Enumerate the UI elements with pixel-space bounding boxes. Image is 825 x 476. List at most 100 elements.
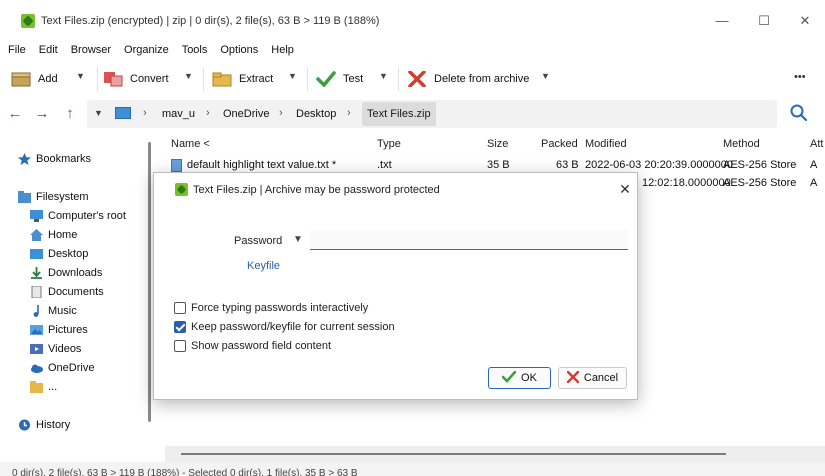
sidebar-item-more[interactable]: ... [30, 379, 57, 395]
row-packed: 63 B [556, 159, 579, 171]
sidebar: Bookmarks Filesystem Computer's root Hom… [0, 132, 150, 450]
checkbox-label: Keep password/keyfile for current sessio… [191, 321, 395, 333]
force-typing-checkbox[interactable] [174, 302, 186, 314]
cancel-x-icon [566, 370, 580, 386]
row-modified: 2022-06-03 20:20:39.0000000 [585, 159, 734, 171]
keyfile-link[interactable]: Keyfile [247, 260, 280, 272]
sidebar-item-bookmarks[interactable]: Bookmarks [18, 151, 91, 167]
crumb-onedrive[interactable]: OneDrive [223, 108, 269, 120]
more-options-icon[interactable]: ••• [794, 71, 806, 83]
computer-monitor-icon[interactable] [115, 107, 131, 119]
folder-icon [18, 191, 31, 203]
toolbar: Add ▼ Convert ▼ Extract ▼ Test ▼ Delete … [0, 62, 825, 94]
password-dialog: Text Files.zip | Archive may be password… [153, 172, 638, 400]
forward-arrow-icon[interactable]: → [32, 104, 52, 124]
sidebar-item-label: Home [48, 229, 78, 241]
star-icon [18, 153, 31, 165]
column-modified[interactable]: Modified [585, 138, 627, 150]
convert-button[interactable]: Convert [103, 68, 169, 90]
delete-chevron-down-icon[interactable]: ▼ [541, 71, 550, 81]
ok-button[interactable]: OK [488, 367, 551, 389]
sidebar-item-label: Computer's root [48, 210, 126, 222]
delete-x-icon [407, 70, 427, 88]
row-name: default highlight text value.txt * [187, 159, 337, 171]
extract-chevron-down-icon[interactable]: ▼ [288, 71, 297, 81]
search-icon[interactable] [789, 103, 809, 123]
chevron-right-icon: › [347, 107, 351, 119]
column-attributes[interactable]: Att [810, 138, 823, 150]
sidebar-item-downloads[interactable]: Downloads [30, 265, 102, 281]
column-packed[interactable]: Packed [541, 138, 578, 150]
maximize-button[interactable]: ☐ [753, 10, 775, 32]
close-icon[interactable]: ✕ [616, 180, 634, 198]
crumb-mav-u[interactable]: mav_u [162, 108, 195, 120]
menu-options[interactable]: Options [220, 42, 258, 60]
convert-chevron-down-icon[interactable]: ▼ [184, 71, 193, 81]
scrollbar-thumb[interactable] [181, 453, 726, 455]
password-history-chevron-down-icon[interactable]: ▼ [293, 234, 303, 245]
sidebar-item-documents[interactable]: Documents [30, 284, 104, 300]
check-icon [501, 370, 517, 386]
delete-label: Delete from archive [434, 73, 530, 85]
test-button[interactable]: Test [316, 68, 363, 90]
sidebar-filesystem-label: Filesystem [36, 191, 89, 203]
delete-from-archive-button[interactable]: Delete from archive [407, 68, 529, 90]
menu-file[interactable]: File [8, 42, 26, 60]
up-arrow-icon[interactable]: ↑ [60, 104, 80, 124]
add-chevron-down-icon[interactable]: ▼ [76, 71, 85, 81]
horizontal-scrollbar[interactable] [165, 446, 825, 462]
back-arrow-icon[interactable]: ← [5, 104, 25, 124]
column-size[interactable]: Size [487, 138, 508, 150]
menu-edit[interactable]: Edit [39, 42, 58, 60]
menu-browser[interactable]: Browser [71, 42, 111, 60]
column-name[interactable]: Name < [171, 138, 210, 150]
close-window-button[interactable]: ✕ [794, 10, 816, 32]
sidebar-bookmarks-label: Bookmarks [36, 153, 92, 165]
sidebar-item-label: Desktop [48, 248, 89, 260]
minimize-button[interactable]: — [711, 10, 733, 32]
chevron-right-icon: › [279, 107, 283, 119]
add-button[interactable]: Add [11, 68, 58, 90]
menu-help[interactable]: Help [271, 42, 294, 60]
keep-password-checkbox-row[interactable]: Keep password/keyfile for current sessio… [174, 320, 395, 334]
chevron-right-icon: › [206, 107, 210, 119]
sidebar-scrollbar[interactable] [148, 142, 151, 422]
cancel-button[interactable]: Cancel [558, 367, 627, 389]
crumb-desktop[interactable]: Desktop [296, 108, 336, 120]
title-bar: Text Files.zip (encrypted) | zip | 0 dir… [0, 0, 825, 42]
check-icon [316, 71, 336, 88]
keep-password-checkbox[interactable] [174, 321, 186, 333]
music-note-icon [30, 305, 43, 317]
show-password-checkbox[interactable] [174, 340, 186, 352]
column-method[interactable]: Method [723, 138, 760, 150]
sidebar-item-videos[interactable]: Videos [30, 341, 81, 357]
sidebar-item-filesystem[interactable]: Filesystem [18, 189, 89, 205]
sidebar-item-home[interactable]: Home [30, 227, 77, 243]
toolbar-divider [398, 67, 399, 91]
password-input[interactable] [310, 230, 628, 250]
force-typing-checkbox-row[interactable]: Force typing passwords interactively [174, 301, 368, 315]
sidebar-item-pictures[interactable]: Pictures [30, 322, 88, 338]
menu-tools[interactable]: Tools [182, 42, 208, 60]
history-chevron-down-icon[interactable]: ▼ [94, 108, 103, 118]
test-chevron-down-icon[interactable]: ▼ [379, 71, 388, 81]
extract-button[interactable]: Extract [212, 68, 273, 90]
sidebar-item-onedrive[interactable]: OneDrive [30, 360, 94, 376]
ok-label: OK [521, 372, 537, 384]
sidebar-item-desktop[interactable]: Desktop [30, 246, 88, 262]
sidebar-item-label: Pictures [48, 324, 88, 336]
column-type[interactable]: Type [377, 138, 401, 150]
add-label: Add [38, 73, 58, 85]
cancel-label: Cancel [583, 372, 619, 384]
toolbar-divider [307, 67, 308, 91]
menu-organize[interactable]: Organize [124, 42, 169, 60]
picture-icon [30, 324, 43, 336]
sidebar-item-computers-root[interactable]: Computer's root [30, 208, 126, 224]
row-modified: 12:02:18.0000000 [642, 177, 731, 189]
toolbar-divider [203, 67, 204, 91]
show-password-checkbox-row[interactable]: Show password field content [174, 339, 331, 353]
sidebar-item-history[interactable]: History [18, 417, 70, 433]
crumb-current-archive[interactable]: Text Files.zip [362, 102, 436, 126]
toolbar-divider [97, 67, 98, 91]
sidebar-item-music[interactable]: Music [30, 303, 77, 319]
